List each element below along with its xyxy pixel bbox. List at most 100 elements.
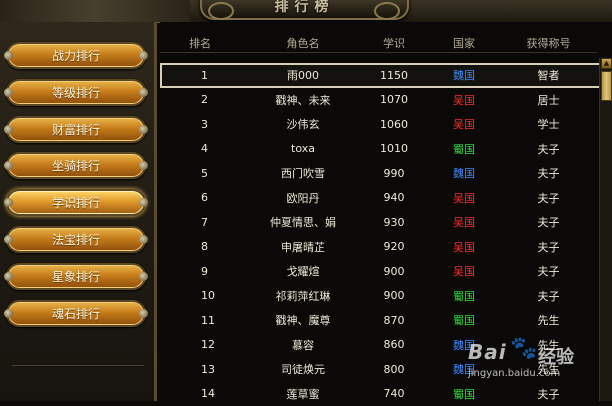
sidebar-item-level-rank[interactable]: 等级排行 xyxy=(6,79,146,106)
title-cell: 夫子 xyxy=(506,288,591,304)
table-row[interactable]: 1雨0001150魏国智者 xyxy=(160,63,601,88)
sidebar-item-knowledge-rank[interactable]: 学识排行 xyxy=(6,189,146,216)
score-cell: 990 xyxy=(366,167,422,180)
column-header-title[interactable]: 获得称号 xyxy=(506,35,591,51)
watermark-url: jingyan.baidu.com xyxy=(468,368,560,379)
name-cell: 沙伟玄 xyxy=(240,116,366,132)
rank-cell: 14 xyxy=(160,387,240,400)
score-cell: 900 xyxy=(366,289,422,302)
column-header-name[interactable]: 角色名 xyxy=(240,35,366,51)
nation-cell: 吴国 xyxy=(422,116,506,132)
score-cell: 740 xyxy=(366,387,422,400)
title-cell: 夫子 xyxy=(506,141,591,157)
score-cell: 930 xyxy=(366,216,422,229)
name-cell: 西门吹雪 xyxy=(240,165,366,181)
rank-cell: 7 xyxy=(160,216,240,229)
sidebar-item-label: 法宝排行 xyxy=(52,231,100,248)
name-cell: toxa xyxy=(240,142,366,155)
table-row[interactable]: 9戈耀煊900吴国夫子 xyxy=(160,259,601,284)
scrollbar-thumb[interactable] xyxy=(601,71,612,101)
nation-cell: 吴国 xyxy=(422,190,506,206)
sidebar-item-label: 魂石排行 xyxy=(52,305,100,322)
rank-cell: 1 xyxy=(160,69,240,82)
column-header-score[interactable]: 学识 xyxy=(366,35,422,51)
title-cell: 夫子 xyxy=(506,165,591,181)
table-row[interactable]: 3沙伟玄1060吴国学士 xyxy=(160,112,601,137)
sidebar-item-label: 财富排行 xyxy=(52,121,100,138)
rank-cell: 2 xyxy=(160,93,240,106)
rank-cell: 8 xyxy=(160,240,240,253)
name-cell: 司徒焕元 xyxy=(240,361,366,377)
title-cell: 夫子 xyxy=(506,190,591,206)
nation-cell: 蜀国 xyxy=(422,288,506,304)
column-header-nation[interactable]: 国家 xyxy=(422,35,506,51)
rank-cell: 4 xyxy=(160,142,240,155)
nation-cell: 吴国 xyxy=(422,263,506,279)
sidebar-item-label: 学识排行 xyxy=(52,194,100,211)
score-cell: 940 xyxy=(366,191,422,204)
name-cell: 戈耀煊 xyxy=(240,263,366,279)
rank-cell: 13 xyxy=(160,363,240,376)
baidu-jingyan-watermark: Bai 🐾 经验 jingyan.baidu.com xyxy=(468,340,608,388)
sidebar-item-wealth-rank[interactable]: 财富排行 xyxy=(6,116,146,143)
rank-cell: 6 xyxy=(160,191,240,204)
button-knob-icon xyxy=(4,309,13,318)
button-knob-icon xyxy=(139,51,148,60)
button-knob-icon xyxy=(4,235,13,244)
column-header-rank[interactable]: 排名 xyxy=(160,35,240,51)
table-row[interactable]: 8申屠晴芷920吴国夫子 xyxy=(160,235,601,260)
scroll-up-arrow-icon[interactable]: ▲ xyxy=(601,58,612,69)
table-row[interactable]: 7仲夏情思、娟930吴国夫子 xyxy=(160,210,601,235)
name-cell: 祁莉萍红琳 xyxy=(240,288,366,304)
table-row[interactable]: 6欧阳丹940吴国夫子 xyxy=(160,186,601,211)
score-cell: 1060 xyxy=(366,118,422,131)
table-row[interactable]: 11戳神、魔尊870蜀国先生 xyxy=(160,308,601,333)
score-cell: 900 xyxy=(366,265,422,278)
button-knob-icon xyxy=(139,125,148,134)
nation-cell: 吴国 xyxy=(422,214,506,230)
paw-icon: 🐾 xyxy=(510,336,537,361)
nation-cell: 蜀国 xyxy=(422,141,506,157)
name-cell: 慕容 xyxy=(240,337,366,353)
table-row[interactable]: 4toxa1010蜀国夫子 xyxy=(160,137,601,162)
button-knob-icon xyxy=(139,235,148,244)
sidebar-item-treasure-rank[interactable]: 法宝排行 xyxy=(6,226,146,253)
rank-cell: 9 xyxy=(160,265,240,278)
sidebar-item-label: 星象排行 xyxy=(52,268,100,285)
title-cell: 夫子 xyxy=(506,214,591,230)
table-row[interactable]: 2戳神、未来1070吴国居士 xyxy=(160,88,601,113)
name-cell: 戳神、未来 xyxy=(240,92,366,108)
title-cell: 学士 xyxy=(506,116,591,132)
name-cell: 欧阳丹 xyxy=(240,190,366,206)
name-cell: 申屠晴芷 xyxy=(240,239,366,255)
score-cell: 1070 xyxy=(366,93,422,106)
rank-cell: 5 xyxy=(160,167,240,180)
name-cell: 戳神、魔尊 xyxy=(240,312,366,328)
score-cell: 1150 xyxy=(366,69,422,82)
nation-cell: 魏国 xyxy=(422,165,506,181)
table-row[interactable]: 10祁莉萍红琳900蜀国夫子 xyxy=(160,284,601,309)
button-knob-icon xyxy=(4,272,13,281)
sidebar-item-label: 战力排行 xyxy=(52,47,100,64)
title-cell: 智者 xyxy=(506,67,591,83)
score-cell: 1010 xyxy=(366,142,422,155)
sidebar-item-power-rank[interactable]: 战力排行 xyxy=(6,42,146,69)
rank-cell: 10 xyxy=(160,289,240,302)
sidebar-item-soulstone-rank[interactable]: 魂石排行 xyxy=(6,300,146,327)
button-knob-icon xyxy=(139,309,148,318)
sidebar-item-mount-rank[interactable]: 坐骑排行 xyxy=(6,152,146,179)
score-cell: 800 xyxy=(366,363,422,376)
sidebar-item-astrology-rank[interactable]: 星象排行 xyxy=(6,263,146,290)
nation-cell: 蜀国 xyxy=(422,312,506,328)
sidebar-item-label: 等级排行 xyxy=(52,84,100,101)
page-title: 排行榜 xyxy=(200,0,409,14)
title-cell: 居士 xyxy=(506,92,591,108)
table-header: 排名 角色名 学识 国家 获得称号 xyxy=(160,34,597,53)
nation-cell: 蜀国 xyxy=(422,386,506,402)
title-cell: 夫子 xyxy=(506,263,591,279)
rank-cell: 12 xyxy=(160,338,240,351)
table-row[interactable]: 5西门吹雪990魏国夫子 xyxy=(160,161,601,186)
button-knob-icon xyxy=(4,51,13,60)
name-cell: 雨000 xyxy=(240,67,366,83)
watermark-brand: Bai xyxy=(468,340,507,364)
